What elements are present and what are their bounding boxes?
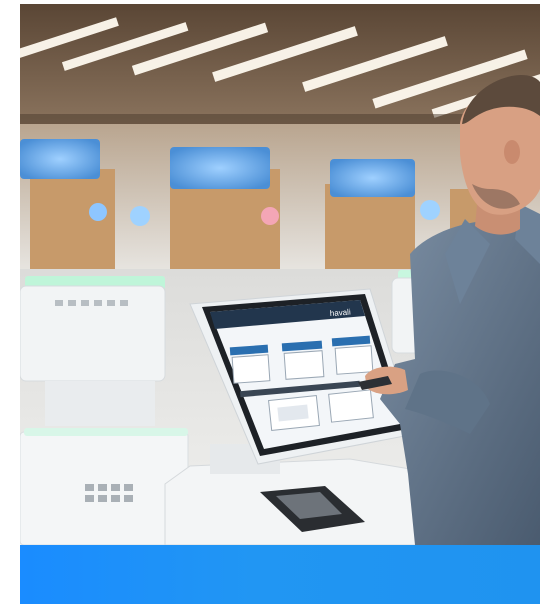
blue-banner	[20, 545, 540, 604]
kiosk-brand-text: havali	[330, 308, 352, 318]
kiosk-scene-illustration: havali	[20, 4, 540, 545]
hero-card: havali	[20, 4, 540, 604]
hero-photo: havali	[20, 4, 540, 545]
